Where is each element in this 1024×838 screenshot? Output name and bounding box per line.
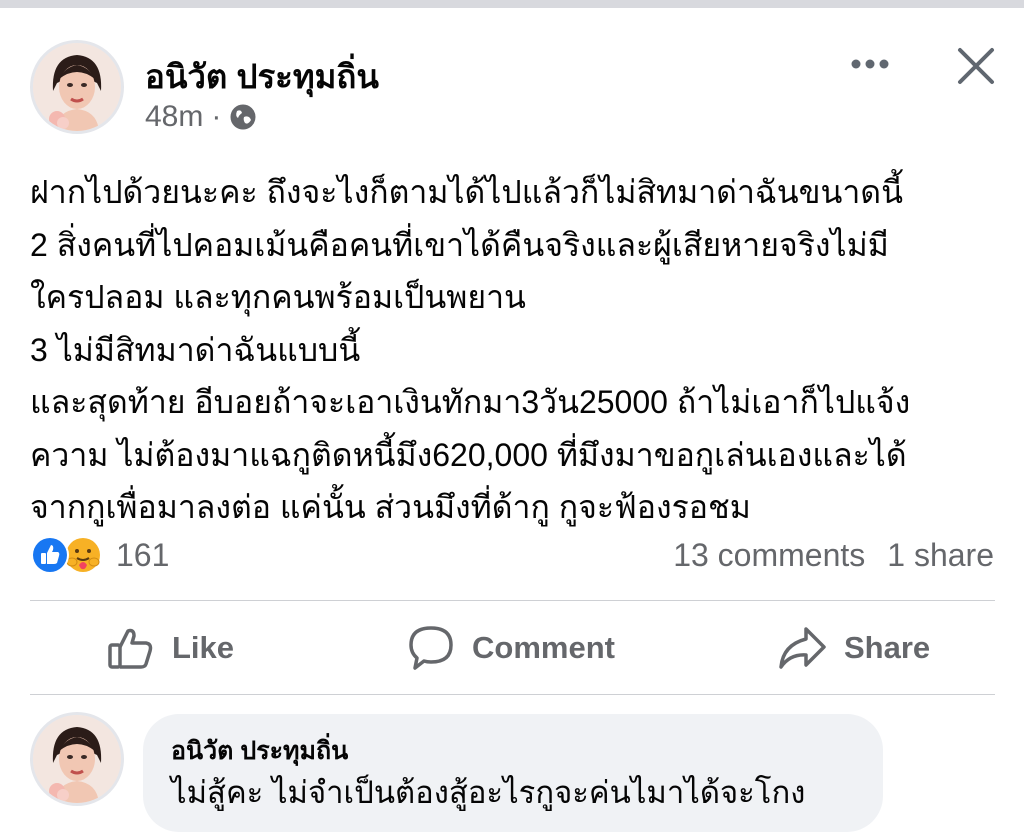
action-bar: Like Comment Share: [30, 602, 995, 694]
divider: [30, 600, 995, 601]
reaction-count: 161: [116, 536, 170, 573]
comment-author-name[interactable]: อนิวัต ประทุมถิ่น: [171, 734, 855, 768]
comment-bubble[interactable]: อนิวัต ประทุมถิ่น ไม่สู้คะ ไม่จำเป็นต้อง…: [143, 714, 883, 832]
share-icon: [779, 627, 826, 669]
post-line: ใครปลอม และทุกคนพร้อมเป็นพยาน: [30, 279, 526, 315]
close-icon[interactable]: [954, 44, 998, 88]
post-line: 2 สิ่งคนที่ไปคอมเม้นคือคนที่เขาได้คืนจริ…: [30, 226, 889, 263]
comment-label: Comment: [472, 630, 615, 665]
divider: [30, 694, 995, 695]
post-text: ฝากไปด้วยนะคะ ถึงจะไงก็ตามได้ไปแล้วก็ไม่…: [30, 166, 1005, 534]
like-button[interactable]: Like: [106, 602, 234, 694]
post-time[interactable]: 48m: [145, 100, 203, 134]
globe-icon: [230, 104, 256, 130]
comment-count[interactable]: 13 comments: [673, 537, 865, 574]
top-edge-bar: [0, 0, 1024, 8]
post-line: และสุดท้าย อีบอยถ้าจะเอาเงินทักมา3วัน250…: [30, 384, 911, 420]
post-line: จากกูเพื่อมาลงต่อ แค่นั้น ส่วนมึงที่ด้าก…: [30, 489, 751, 525]
more-options-icon[interactable]: [848, 50, 892, 78]
comment-text: ไม่สู้คะ ไม่จำเป็นต้องสู้อะไรกูจะค่นไมาไ…: [171, 775, 806, 810]
comment-icon: [409, 626, 453, 670]
comment-button[interactable]: Comment: [406, 602, 615, 694]
meta-separator: ·: [211, 100, 222, 133]
like-icon: [31, 536, 69, 574]
like-label: Like: [172, 630, 235, 665]
share-label: Share: [844, 630, 931, 665]
post-meta: 48m ·: [145, 100, 257, 134]
post-line: 3 ไม่มีสิทมาด่าฉันแบบนี้: [30, 331, 361, 368]
thumbs-up-icon: [108, 628, 153, 669]
post-author-name[interactable]: อนิวัต ประทุมถิ่น: [145, 50, 379, 103]
author-avatar[interactable]: [30, 40, 124, 134]
engagement-counts: 13 comments 1 share: [673, 533, 994, 577]
share-count[interactable]: 1 share: [887, 537, 994, 574]
commenter-avatar[interactable]: [30, 712, 124, 806]
post-line: ฝากไปด้วยนะคะ ถึงจะไงก็ตามได้ไปแล้วก็ไม่…: [30, 174, 903, 210]
reaction-icons: [30, 533, 108, 577]
post-line: ความ ไม่ต้องมาแฉกูติดหนี้มึง620,000 ที่ม…: [30, 436, 907, 473]
share-button[interactable]: Share: [776, 602, 930, 694]
reaction-summary[interactable]: 161: [30, 533, 169, 577]
